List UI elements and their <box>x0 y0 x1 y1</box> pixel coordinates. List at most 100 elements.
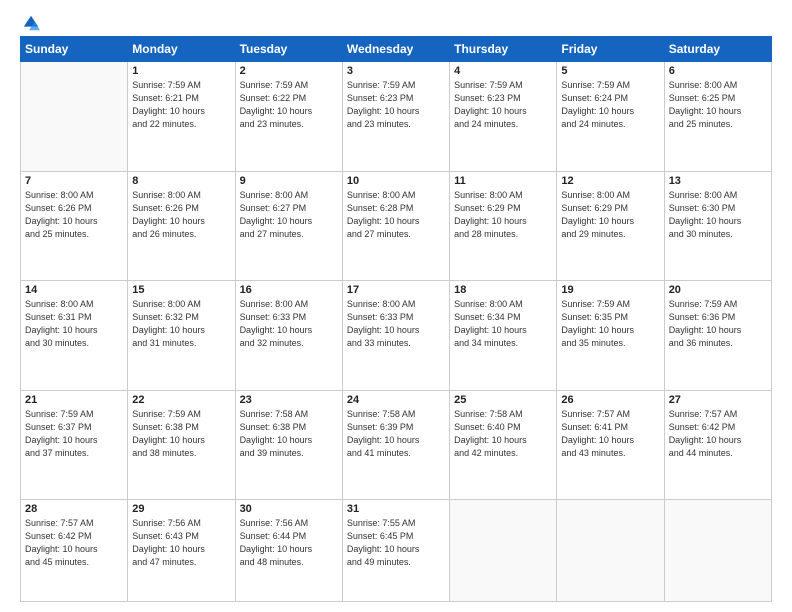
day-info: Sunrise: 8:00 AM Sunset: 6:34 PM Dayligh… <box>454 298 552 350</box>
calendar-cell: 16 Sunrise: 8:00 AM Sunset: 6:33 PM Dayli… <box>235 281 342 391</box>
calendar-cell: 4Sunrise: 7:59 AM Sunset: 6:23 PM Daylig… <box>450 62 557 172</box>
day-info: Sunrise: 7:58 AM Sunset: 6:38 PM Dayligh… <box>240 408 338 460</box>
calendar-cell: 1 Sunrise: 7:59 AM Sunset: 6:21 PM Daylig… <box>128 62 235 172</box>
calendar-cell: 14 Sunrise: 8:00 AM Sunset: 6:31 PM Dayli… <box>21 281 128 391</box>
col-header-tuesday: Tuesday <box>235 37 342 62</box>
calendar-cell: 7 Sunrise: 8:00 AM Sunset: 6:26 PM Daylig… <box>21 171 128 281</box>
day-info: Sunrise: 8:00 AM Sunset: 6:26 PM Dayligh… <box>132 189 230 241</box>
day-info: Sunrise: 7:59 AM Sunset: 6:23 PM Dayligh… <box>347 79 445 131</box>
calendar-cell: 12 Sunrise: 8:00 AM Sunset: 6:29 PM Dayli… <box>557 171 664 281</box>
calendar-cell <box>664 500 771 602</box>
calendar-cell: 18 Sunrise: 8:00 AM Sunset: 6:34 PM Dayli… <box>450 281 557 391</box>
day-info: Sunrise: 7:57 AM Sunset: 6:42 PM Dayligh… <box>25 517 123 569</box>
day-number: 13 <box>669 175 767 187</box>
day-info: Sunrise: 8:00 AM Sunset: 6:32 PM Dayligh… <box>132 298 230 350</box>
day-info: Sunrise: 7:55 AM Sunset: 6:45 PM Dayligh… <box>347 517 445 569</box>
day-number: 14 <box>25 284 123 296</box>
day-info: Sunrise: 8:00 AM Sunset: 6:25 PM Dayligh… <box>669 79 767 131</box>
calendar-cell: 21Sunrise: 7:59 AM Sunset: 6:37 PM Dayli… <box>21 390 128 500</box>
day-number: 12 <box>561 175 659 187</box>
col-header-wednesday: Wednesday <box>342 37 449 62</box>
day-info: Sunrise: 7:59 AM Sunset: 6:37 PM Dayligh… <box>25 408 123 460</box>
header <box>20 18 772 26</box>
calendar-cell: 10 Sunrise: 8:00 AM Sunset: 6:28 PM Dayli… <box>342 171 449 281</box>
day-info: Sunrise: 7:57 AM Sunset: 6:42 PM Dayligh… <box>669 408 767 460</box>
calendar-cell: 13 Sunrise: 8:00 AM Sunset: 6:30 PM Dayli… <box>664 171 771 281</box>
day-info: Sunrise: 8:00 AM Sunset: 6:31 PM Dayligh… <box>25 298 123 350</box>
calendar-week-2: 14 Sunrise: 8:00 AM Sunset: 6:31 PM Dayli… <box>21 281 772 391</box>
day-number: 16 <box>240 284 338 296</box>
day-info: Sunrise: 8:00 AM Sunset: 6:27 PM Dayligh… <box>240 189 338 241</box>
calendar-cell: 20 Sunrise: 7:59 AM Sunset: 6:36 PM Dayli… <box>664 281 771 391</box>
day-info: Sunrise: 8:00 AM Sunset: 6:33 PM Dayligh… <box>240 298 338 350</box>
calendar-header-row: SundayMondayTuesdayWednesdayThursdayFrid… <box>21 37 772 62</box>
calendar-week-4: 28 Sunrise: 7:57 AM Sunset: 6:42 PM Dayli… <box>21 500 772 602</box>
calendar-cell: 11Sunrise: 8:00 AM Sunset: 6:29 PM Dayli… <box>450 171 557 281</box>
day-number: 25 <box>454 394 552 406</box>
day-number: 31 <box>347 503 445 515</box>
day-number: 7 <box>25 175 123 187</box>
day-number: 20 <box>669 284 767 296</box>
col-header-saturday: Saturday <box>664 37 771 62</box>
day-number: 2 <box>240 65 338 77</box>
day-number: 23 <box>240 394 338 406</box>
logo-icon <box>22 14 40 32</box>
day-info: Sunrise: 8:00 AM Sunset: 6:33 PM Dayligh… <box>347 298 445 350</box>
day-number: 9 <box>240 175 338 187</box>
day-info: Sunrise: 8:00 AM Sunset: 6:29 PM Dayligh… <box>561 189 659 241</box>
calendar-cell: 23 Sunrise: 7:58 AM Sunset: 6:38 PM Dayli… <box>235 390 342 500</box>
calendar-cell: 29 Sunrise: 7:56 AM Sunset: 6:43 PM Dayli… <box>128 500 235 602</box>
calendar-cell: 31 Sunrise: 7:55 AM Sunset: 6:45 PM Dayli… <box>342 500 449 602</box>
day-number: 15 <box>132 284 230 296</box>
day-info: Sunrise: 7:59 AM Sunset: 6:36 PM Dayligh… <box>669 298 767 350</box>
day-info: Sunrise: 7:56 AM Sunset: 6:44 PM Dayligh… <box>240 517 338 569</box>
calendar-cell: 17Sunrise: 8:00 AM Sunset: 6:33 PM Dayli… <box>342 281 449 391</box>
day-info: Sunrise: 7:56 AM Sunset: 6:43 PM Dayligh… <box>132 517 230 569</box>
calendar-cell: 9 Sunrise: 8:00 AM Sunset: 6:27 PM Daylig… <box>235 171 342 281</box>
day-number: 27 <box>669 394 767 406</box>
calendar-cell: 26Sunrise: 7:57 AM Sunset: 6:41 PM Dayli… <box>557 390 664 500</box>
col-header-friday: Friday <box>557 37 664 62</box>
calendar-week-0: 1 Sunrise: 7:59 AM Sunset: 6:21 PM Daylig… <box>21 62 772 172</box>
day-number: 29 <box>132 503 230 515</box>
day-number: 24 <box>347 394 445 406</box>
calendar-cell: 19 Sunrise: 7:59 AM Sunset: 6:35 PM Dayli… <box>557 281 664 391</box>
day-number: 3 <box>347 65 445 77</box>
day-number: 1 <box>132 65 230 77</box>
day-number: 6 <box>669 65 767 77</box>
day-number: 10 <box>347 175 445 187</box>
page: SundayMondayTuesdayWednesdayThursdayFrid… <box>0 0 792 612</box>
day-info: Sunrise: 8:00 AM Sunset: 6:28 PM Dayligh… <box>347 189 445 241</box>
calendar-week-1: 7 Sunrise: 8:00 AM Sunset: 6:26 PM Daylig… <box>21 171 772 281</box>
day-info: Sunrise: 8:00 AM Sunset: 6:26 PM Dayligh… <box>25 189 123 241</box>
day-number: 5 <box>561 65 659 77</box>
day-number: 28 <box>25 503 123 515</box>
day-info: Sunrise: 7:59 AM Sunset: 6:21 PM Dayligh… <box>132 79 230 131</box>
day-number: 22 <box>132 394 230 406</box>
calendar-cell: 15 Sunrise: 8:00 AM Sunset: 6:32 PM Dayli… <box>128 281 235 391</box>
calendar-cell <box>450 500 557 602</box>
day-info: Sunrise: 7:59 AM Sunset: 6:22 PM Dayligh… <box>240 79 338 131</box>
day-number: 30 <box>240 503 338 515</box>
calendar-cell: 3 Sunrise: 7:59 AM Sunset: 6:23 PM Daylig… <box>342 62 449 172</box>
calendar-cell: 25Sunrise: 7:58 AM Sunset: 6:40 PM Dayli… <box>450 390 557 500</box>
day-info: Sunrise: 7:58 AM Sunset: 6:39 PM Dayligh… <box>347 408 445 460</box>
day-number: 26 <box>561 394 659 406</box>
day-info: Sunrise: 7:59 AM Sunset: 6:35 PM Dayligh… <box>561 298 659 350</box>
day-number: 19 <box>561 284 659 296</box>
calendar-cell: 8 Sunrise: 8:00 AM Sunset: 6:26 PM Daylig… <box>128 171 235 281</box>
calendar-cell: 28 Sunrise: 7:57 AM Sunset: 6:42 PM Dayli… <box>21 500 128 602</box>
calendar-cell: 6 Sunrise: 8:00 AM Sunset: 6:25 PM Daylig… <box>664 62 771 172</box>
calendar-week-3: 21Sunrise: 7:59 AM Sunset: 6:37 PM Dayli… <box>21 390 772 500</box>
calendar-cell <box>557 500 664 602</box>
calendar-cell: 2 Sunrise: 7:59 AM Sunset: 6:22 PM Daylig… <box>235 62 342 172</box>
day-number: 18 <box>454 284 552 296</box>
day-number: 8 <box>132 175 230 187</box>
col-header-sunday: Sunday <box>21 37 128 62</box>
calendar-cell: 22Sunrise: 7:59 AM Sunset: 6:38 PM Dayli… <box>128 390 235 500</box>
calendar: SundayMondayTuesdayWednesdayThursdayFrid… <box>20 36 772 602</box>
logo <box>20 18 40 26</box>
day-info: Sunrise: 7:59 AM Sunset: 6:24 PM Dayligh… <box>561 79 659 131</box>
day-info: Sunrise: 8:00 AM Sunset: 6:30 PM Dayligh… <box>669 189 767 241</box>
day-info: Sunrise: 8:00 AM Sunset: 6:29 PM Dayligh… <box>454 189 552 241</box>
